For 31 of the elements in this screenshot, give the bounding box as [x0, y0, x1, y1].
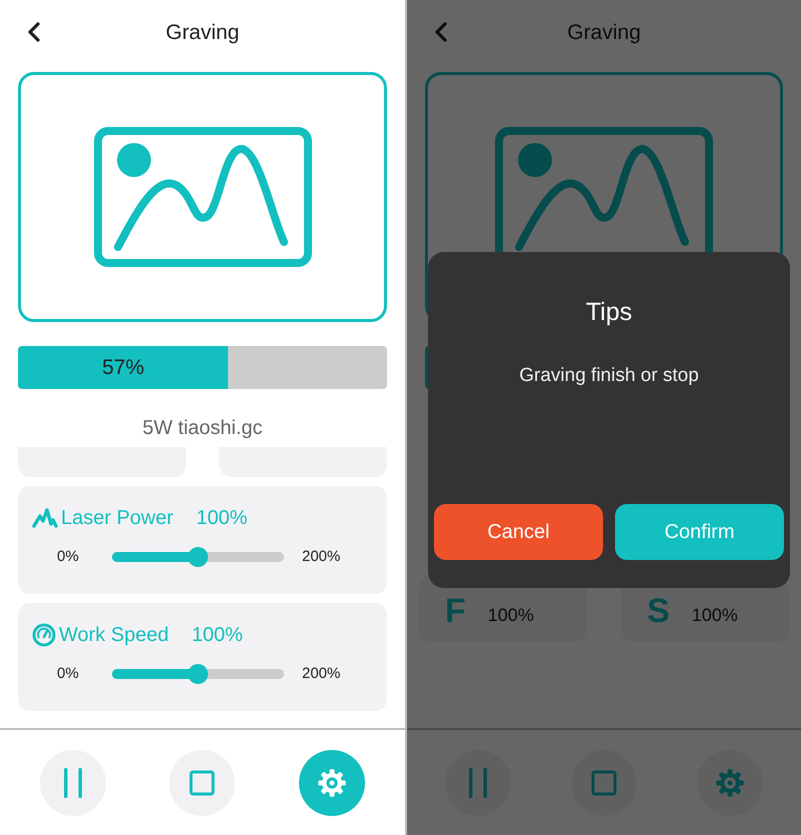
stop-icon	[189, 770, 216, 796]
max-label: 200%	[302, 664, 340, 684]
setting-value: 100%	[196, 506, 248, 530]
picture-icon	[94, 127, 312, 267]
setting-label: Work Speed	[59, 623, 169, 647]
settings-icon	[317, 768, 348, 798]
file-name: 5W tiaoshi.gc	[142, 416, 263, 441]
pause-icon	[467, 766, 489, 798]
stop-icon	[591, 770, 617, 796]
stat-value: 100%	[692, 604, 738, 627]
slider-thumb[interactable]	[188, 547, 208, 568]
setting-value: 100%	[192, 623, 243, 647]
settings-icon	[715, 768, 745, 798]
stat-letter: S	[647, 592, 670, 630]
progress-label: 57%	[101, 354, 146, 381]
pause-icon	[62, 766, 84, 798]
gauge-icon	[32, 623, 56, 647]
page-title: Graving	[166, 20, 240, 46]
min-label: 0%	[57, 664, 80, 684]
min-label: 0%	[57, 547, 80, 567]
dialog-title: Tips	[586, 297, 632, 328]
stat-value: 100%	[488, 604, 534, 627]
dialog-message: Graving finish or stop	[519, 364, 699, 388]
page-title: Graving	[567, 20, 641, 46]
confirm-button[interactable]: Confirm	[615, 504, 784, 560]
stat-letter: F	[445, 592, 466, 630]
cancel-button[interactable]: Cancel	[434, 504, 603, 560]
max-label: 200%	[302, 547, 340, 567]
setting-label: Laser Power	[61, 506, 174, 530]
wave-icon	[32, 508, 58, 528]
slider-thumb[interactable]	[188, 664, 208, 684]
